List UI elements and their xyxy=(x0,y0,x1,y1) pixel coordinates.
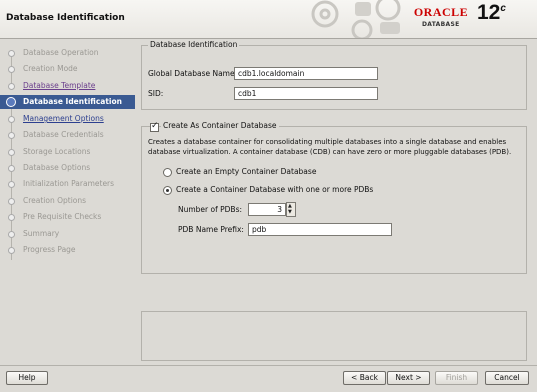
step-dot-icon xyxy=(8,50,15,57)
current-step-icon xyxy=(6,97,16,107)
container-description: Creates a database container for consoli… xyxy=(148,138,512,156)
wizard-header: Database Identification ORACLE DATABASE … xyxy=(0,0,537,39)
pdb-container-label[interactable]: Create a Container Database with one or … xyxy=(176,185,373,194)
spin-down-icon[interactable]: ▼ xyxy=(288,209,292,215)
oracle-database-logo: ORACLE DATABASE 12c xyxy=(413,1,506,28)
global-database-name-input[interactable]: cdb1.localdomain xyxy=(234,67,378,80)
step-dot-icon xyxy=(8,247,15,254)
create-container-label[interactable]: Create As Container Database xyxy=(161,121,279,130)
number-of-pdbs-label: Number of PDBs: xyxy=(178,205,243,214)
step-progress-page: Progress Page xyxy=(0,243,135,257)
step-creation-mode: Creation Mode xyxy=(0,62,135,76)
pdb-container-radio[interactable] xyxy=(163,186,172,195)
step-summary: Summary xyxy=(0,227,135,241)
step-database-options: Database Options xyxy=(0,161,135,175)
create-container-checkbox[interactable]: ✓ xyxy=(150,121,159,132)
identification-legend: Database Identification xyxy=(148,40,240,49)
step-database-template[interactable]: Database Template xyxy=(0,79,135,93)
step-dot-icon xyxy=(8,132,15,139)
identification-group: Database Identification Global Database … xyxy=(141,40,527,110)
step-dot-icon xyxy=(8,198,15,205)
step-storage-locations: Storage Locations xyxy=(0,145,135,159)
step-database-identification: Database Identification xyxy=(0,95,135,109)
cancel-button[interactable]: Cancel xyxy=(485,371,529,385)
help-button[interactable]: Help xyxy=(6,371,48,385)
step-prerequisite-checks: Pre Requisite Checks xyxy=(0,210,135,224)
step-management-options[interactable]: Management Options xyxy=(0,112,135,126)
container-database-group: ✓ Create As Container Database Creates a… xyxy=(141,121,527,274)
message-area xyxy=(141,311,527,361)
empty-container-radio[interactable] xyxy=(163,168,172,177)
step-dot-icon xyxy=(8,214,15,221)
empty-container-label[interactable]: Create an Empty Container Database xyxy=(176,167,316,176)
gears-graphic xyxy=(311,0,401,38)
finish-button[interactable]: Finish xyxy=(435,371,478,385)
next-button[interactable]: Next > xyxy=(387,371,430,385)
global-database-name-label: Global Database Name: xyxy=(148,69,238,78)
back-button[interactable]: < Back xyxy=(343,371,386,385)
radio-selected-icon xyxy=(166,189,169,192)
wizard-steps-list: Database Operation Creation Mode Databas… xyxy=(0,40,135,360)
step-dot-icon xyxy=(8,149,15,156)
step-database-credentials: Database Credentials xyxy=(0,128,135,142)
step-creation-options: Creation Options xyxy=(0,194,135,208)
step-dot-icon xyxy=(8,116,15,123)
pdb-name-prefix-label: PDB Name Prefix: xyxy=(178,225,244,234)
step-dot-icon xyxy=(8,66,15,73)
step-dot-icon xyxy=(8,231,15,238)
sid-input[interactable]: cdb1 xyxy=(234,87,378,100)
pdb-name-prefix-input[interactable]: pdb xyxy=(248,223,392,236)
footer-divider xyxy=(0,365,537,366)
number-of-pdbs-input[interactable]: 3 xyxy=(248,203,286,216)
step-dot-icon xyxy=(8,83,15,90)
sid-label: SID: xyxy=(148,89,164,98)
checkmark-icon: ✓ xyxy=(151,121,159,131)
main-content: Database Identification Global Database … xyxy=(137,40,533,308)
step-initialization-parameters: Initialization Parameters xyxy=(0,177,135,191)
step-database-operation: Database Operation xyxy=(0,46,135,60)
page-title: Database Identification xyxy=(6,13,125,23)
number-of-pdbs-spinner[interactable]: ▲ ▼ xyxy=(286,202,296,217)
step-dot-icon xyxy=(8,165,15,172)
step-dot-icon xyxy=(8,181,15,188)
